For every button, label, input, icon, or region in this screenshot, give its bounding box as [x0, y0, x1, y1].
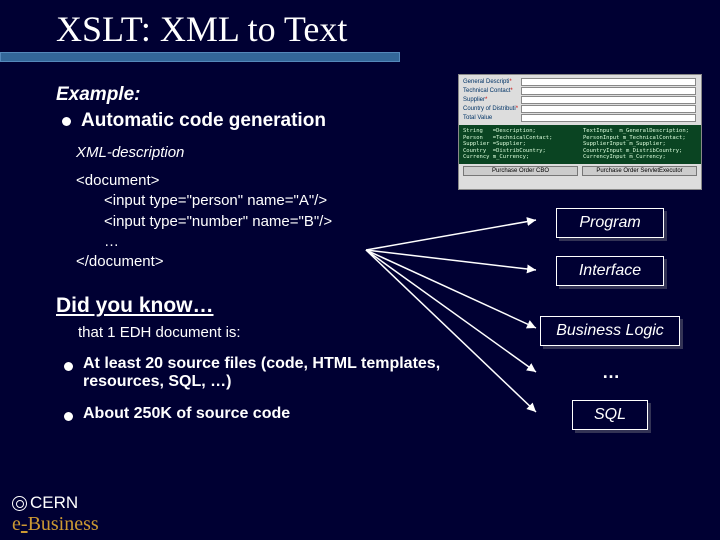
cern-logo-icon	[12, 496, 27, 511]
bullet-source-size: About 250K of source code	[64, 405, 444, 423]
bullet-text: About 250K of source code	[83, 405, 290, 423]
cern-text: CERN	[30, 493, 78, 513]
ebusiness-brand: e-Business	[12, 513, 99, 536]
bullet-text: At least 20 source files (code, HTML tem…	[83, 355, 444, 391]
cern-brand: CERN	[12, 493, 99, 513]
bullet-icon	[62, 117, 71, 126]
slide-title: XSLT: XML to Text	[0, 0, 720, 54]
bullet-icon	[64, 412, 73, 421]
output-label-sql: SQL	[572, 400, 648, 430]
did-you-know-heading: Did you know…	[56, 294, 720, 318]
bullet-icon	[64, 362, 73, 371]
output-label-ellipsis: …	[602, 362, 620, 383]
mock-form: General Descripti* Technical Contact* Su…	[459, 75, 701, 125]
output-label-business-logic: Business Logic	[540, 316, 680, 346]
mock-buttons: Purchase Order CBO Purchase Order Servle…	[459, 164, 701, 178]
bullet-source-files: At least 20 source files (code, HTML tem…	[64, 355, 444, 391]
mock-code: String =Description; Person =TechnicalCo…	[459, 125, 701, 164]
screenshot-thumbnail: General Descripti* Technical Contact* Su…	[458, 74, 702, 190]
output-label-interface: Interface	[556, 256, 664, 286]
mock-button: Purchase Order CBO	[463, 166, 578, 176]
output-label-program: Program	[556, 208, 664, 238]
bullet-main-text: Automatic code generation	[81, 110, 326, 132]
footer: CERN e-Business	[12, 493, 99, 536]
mock-button: Purchase Order ServletExecutor	[582, 166, 697, 176]
